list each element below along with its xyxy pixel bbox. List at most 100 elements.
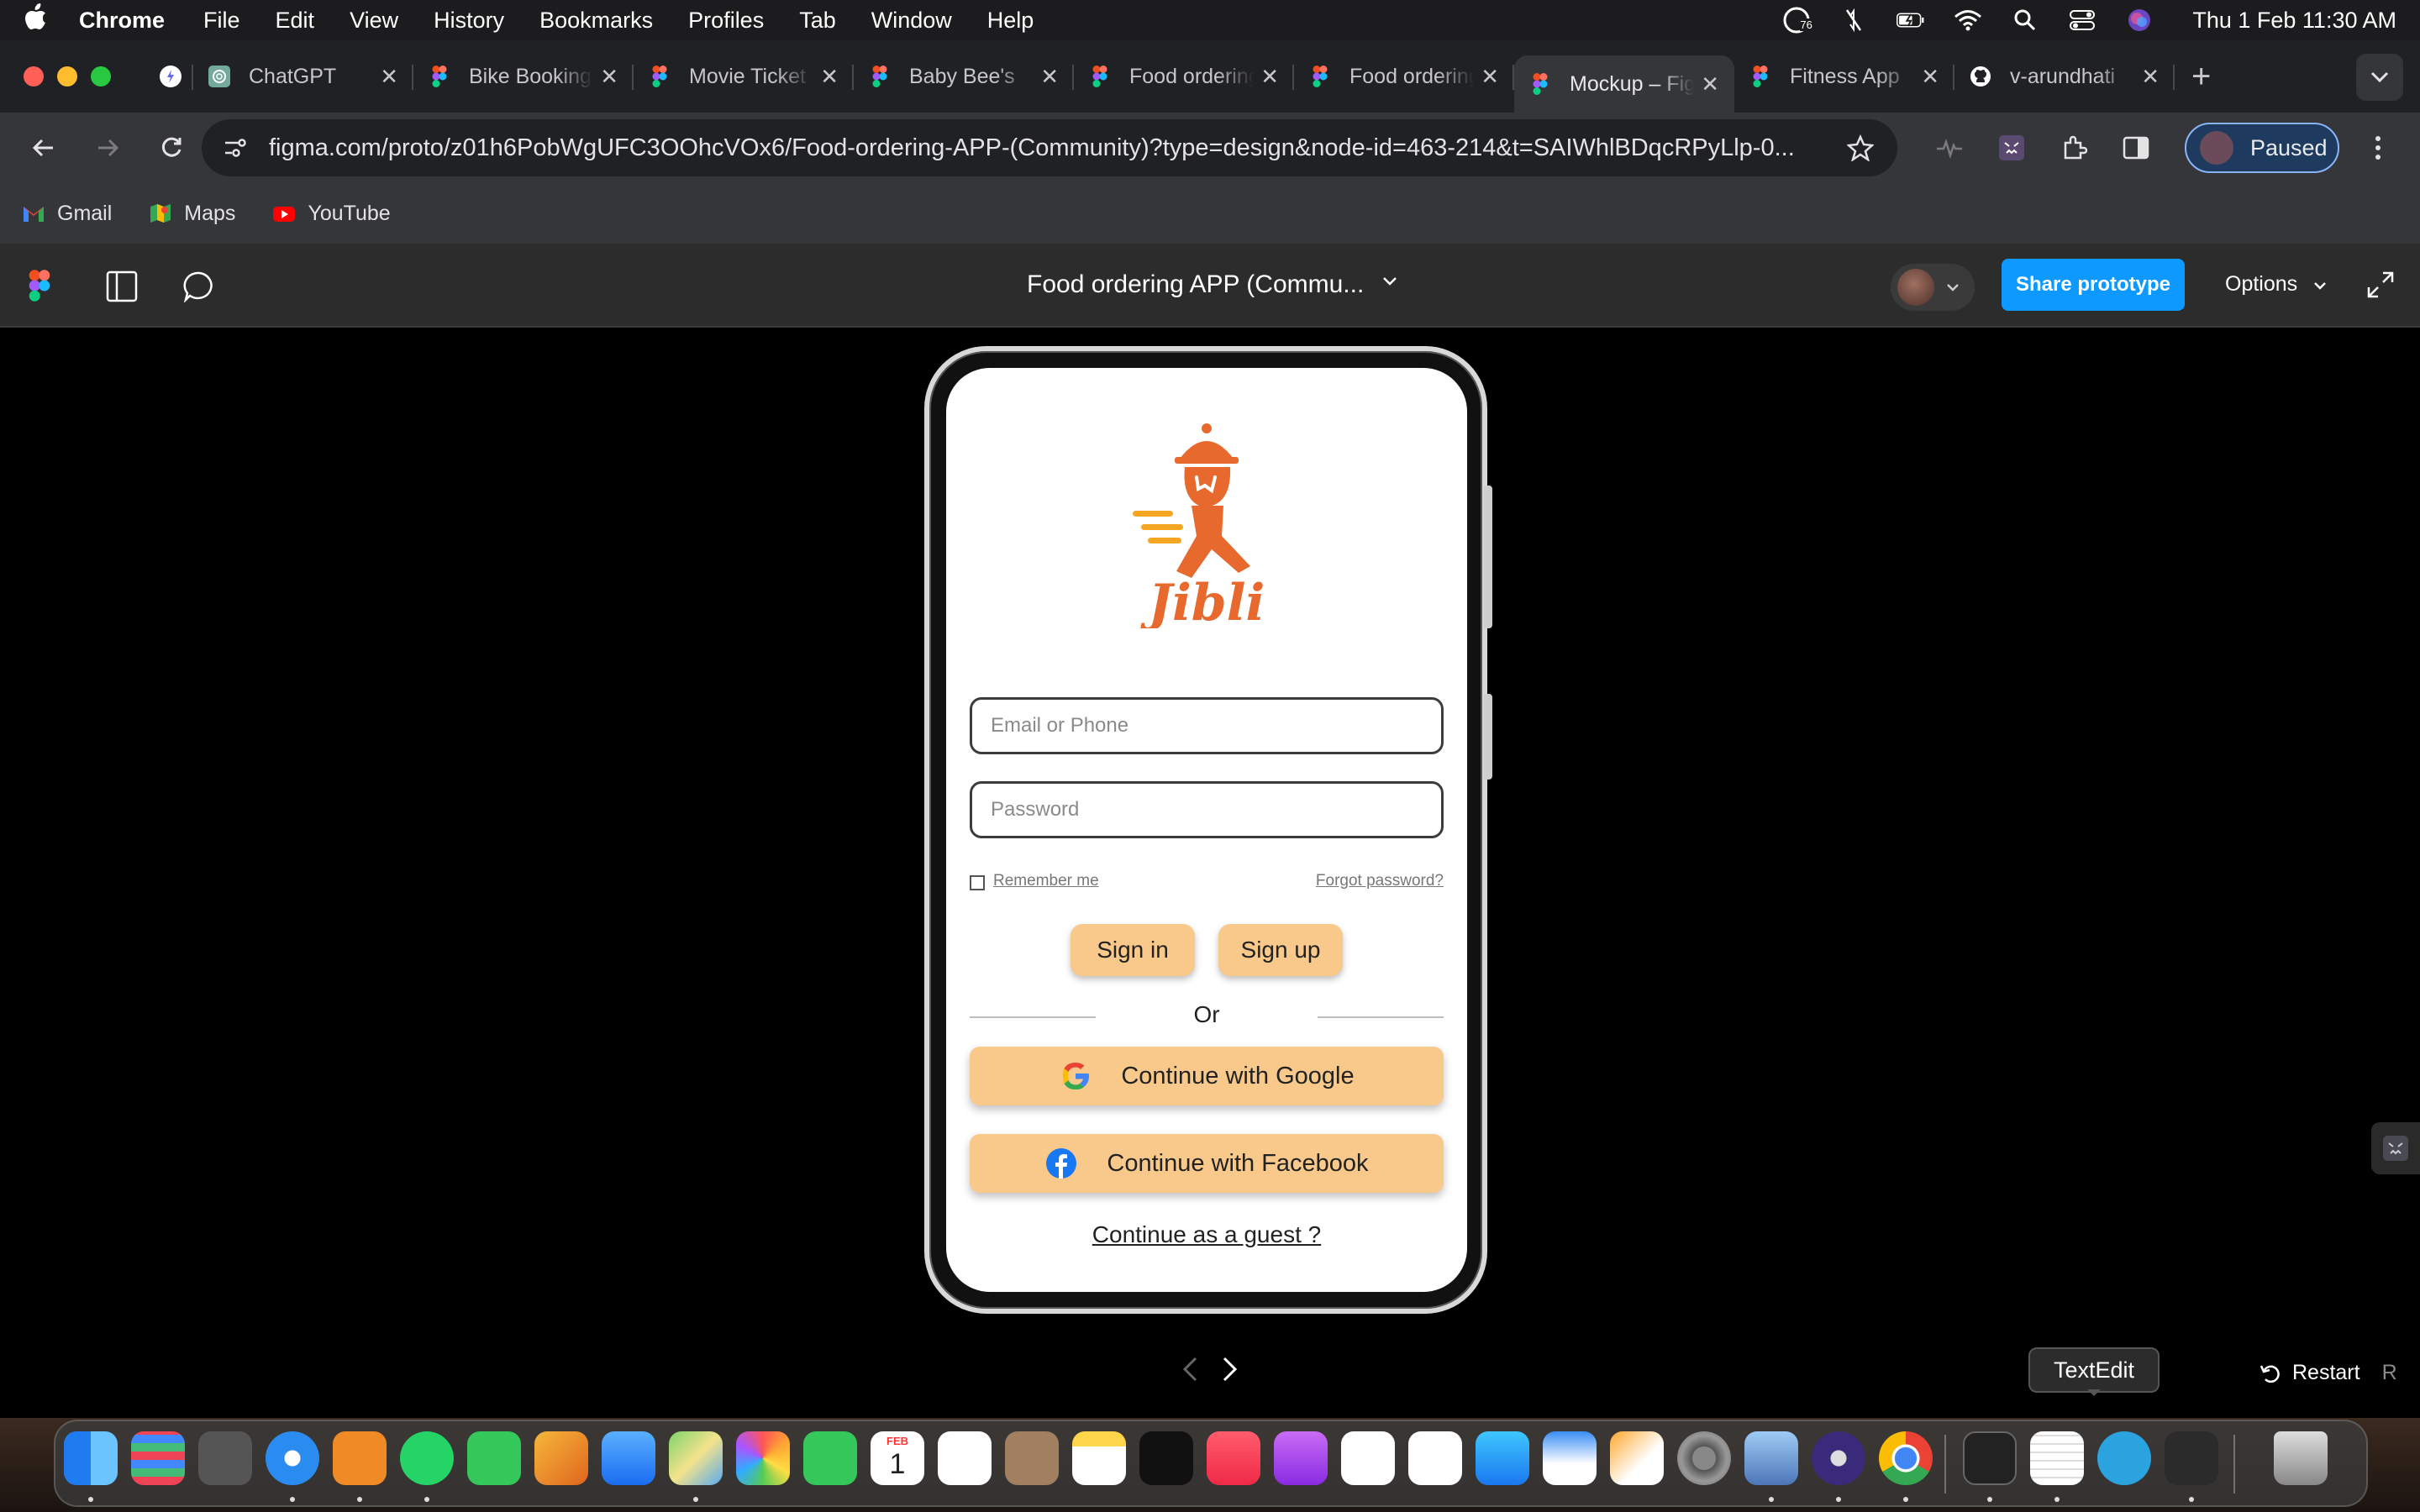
extension-face-icon[interactable] bbox=[1988, 124, 2035, 171]
dock-music-icon[interactable] bbox=[1207, 1431, 1260, 1485]
dock-notes-icon[interactable] bbox=[1072, 1431, 1126, 1485]
figma-logo-icon[interactable] bbox=[29, 269, 50, 302]
tab-food-ordering-1[interactable]: Food ordering ✕ bbox=[1074, 48, 1294, 105]
tab-mockup-figma-active[interactable]: Mockup – Figma ✕ bbox=[1514, 55, 1734, 113]
dock-numbers-icon[interactable] bbox=[1341, 1431, 1395, 1485]
dock-preview-icon[interactable] bbox=[534, 1431, 588, 1485]
dock-vpn-icon[interactable] bbox=[1812, 1431, 1865, 1485]
tab-close-icon[interactable]: ✕ bbox=[1481, 64, 1499, 90]
options-menu[interactable]: Options bbox=[2225, 272, 2327, 297]
chevron-down-icon[interactable] bbox=[1381, 276, 1398, 287]
dock-safari-icon[interactable] bbox=[266, 1431, 319, 1485]
dock-chrome-icon[interactable] bbox=[1879, 1431, 1933, 1485]
spotlight-search-icon[interactable] bbox=[2011, 8, 2039, 33]
bookmark-youtube[interactable]: YouTube bbox=[272, 202, 391, 226]
dock-textedit-icon[interactable] bbox=[2030, 1431, 2084, 1485]
dock-facetime-icon[interactable] bbox=[803, 1431, 857, 1485]
dock-reminders-icon[interactable] bbox=[938, 1431, 992, 1485]
tab-close-icon[interactable]: ✕ bbox=[820, 64, 839, 90]
forward-button[interactable] bbox=[84, 124, 131, 171]
dock-trash-icon[interactable] bbox=[2274, 1431, 2328, 1485]
site-settings-icon[interactable] bbox=[222, 135, 247, 160]
tab-pinned-perplexity[interactable] bbox=[145, 48, 193, 105]
extensions-puzzle-icon[interactable] bbox=[2050, 124, 2097, 171]
tab-baby-bees[interactable]: Baby Bee's ✕ bbox=[854, 48, 1074, 105]
control-center-icon[interactable] bbox=[2068, 8, 2096, 33]
close-window-button[interactable] bbox=[24, 66, 44, 87]
remember-me-checkbox[interactable] bbox=[970, 875, 985, 890]
dock-podcasts-icon[interactable] bbox=[1274, 1431, 1328, 1485]
tab-bike-booking[interactable]: Bike Booking ✕ bbox=[413, 48, 634, 105]
notification-badge-icon[interactable]: 76 bbox=[1782, 7, 1812, 34]
profile-paused-button[interactable]: Paused bbox=[2185, 123, 2339, 173]
tab-close-icon[interactable]: ✕ bbox=[2141, 64, 2160, 90]
dock-calendar-icon[interactable]: FEB 1 bbox=[871, 1431, 924, 1485]
sign-in-button[interactable]: Sign in bbox=[1071, 924, 1195, 976]
share-prototype-button[interactable]: Share prototype bbox=[2002, 259, 2185, 311]
tab-movie-ticket[interactable]: Movie Ticket ✕ bbox=[634, 48, 854, 105]
menu-edit[interactable]: Edit bbox=[276, 8, 315, 34]
menu-view[interactable]: View bbox=[350, 8, 398, 34]
extension-pulse-icon[interactable] bbox=[1926, 124, 1973, 171]
tab-close-icon[interactable]: ✕ bbox=[380, 64, 398, 90]
dock-keychain-icon[interactable] bbox=[198, 1431, 252, 1485]
tab-fitness-app[interactable]: Fitness App ✕ bbox=[1734, 48, 1954, 105]
menu-tab[interactable]: Tab bbox=[799, 8, 836, 34]
dock-whatsapp-icon[interactable] bbox=[400, 1431, 454, 1485]
menu-help[interactable]: Help bbox=[987, 8, 1034, 34]
continue-as-guest-link[interactable]: Continue as a guest ? bbox=[946, 1221, 1467, 1248]
dock-terminal-icon[interactable] bbox=[1963, 1431, 2017, 1485]
dock-telegram-icon[interactable] bbox=[2097, 1431, 2151, 1485]
fullscreen-expand-icon[interactable] bbox=[2366, 270, 2395, 299]
bookmark-star-icon[interactable] bbox=[1847, 134, 1874, 161]
floating-extension-button[interactable] bbox=[2371, 1122, 2420, 1174]
tab-chatgpt[interactable]: ChatGPT ✕ bbox=[193, 48, 413, 105]
previous-frame-chevron-icon[interactable] bbox=[1181, 1356, 1200, 1383]
bookmark-gmail[interactable]: Gmail bbox=[22, 202, 112, 226]
menu-bookmarks[interactable]: Bookmarks bbox=[539, 8, 653, 34]
dock-system-settings-icon[interactable] bbox=[1677, 1431, 1731, 1485]
menu-window[interactable]: Window bbox=[871, 8, 952, 34]
password-input[interactable]: Password bbox=[970, 781, 1444, 838]
url-text[interactable]: figma.com/proto/z01h6PobWgUFC3OOhcVOx6/F… bbox=[269, 134, 1815, 162]
restart-button[interactable]: Restart R bbox=[2259, 1361, 2397, 1385]
address-bar[interactable]: figma.com/proto/z01h6PobWgUFC3OOhcVOx6/F… bbox=[202, 119, 1897, 176]
email-or-phone-input[interactable]: Email or Phone bbox=[970, 697, 1444, 754]
dock-app-store-icon[interactable] bbox=[1476, 1431, 1529, 1485]
bookmark-maps[interactable]: Maps bbox=[149, 202, 235, 226]
dock-keynote-icon[interactable] bbox=[1543, 1431, 1597, 1485]
figma-file-title[interactable]: Food ordering APP (Commu... bbox=[1027, 270, 1364, 299]
dock-photos-icon[interactable] bbox=[736, 1431, 790, 1485]
dock-books-icon[interactable] bbox=[333, 1431, 387, 1485]
comment-icon[interactable] bbox=[183, 270, 215, 302]
dock-mail-icon[interactable] bbox=[602, 1431, 655, 1485]
continue-with-google-button[interactable]: Continue with Google bbox=[970, 1047, 1444, 1105]
side-panel-icon[interactable] bbox=[2112, 124, 2160, 171]
menu-history[interactable]: History bbox=[434, 8, 504, 34]
continue-with-facebook-button[interactable]: Continue with Facebook bbox=[970, 1134, 1444, 1193]
tab-search-button[interactable] bbox=[2356, 54, 2403, 101]
zoom-window-button[interactable] bbox=[91, 66, 111, 87]
tab-food-ordering-2[interactable]: Food ordering ✕ bbox=[1294, 48, 1514, 105]
dock-contacts-icon[interactable] bbox=[1005, 1431, 1059, 1485]
menu-file[interactable]: File bbox=[203, 8, 240, 34]
mute-icon[interactable] bbox=[1839, 8, 1868, 33]
next-frame-chevron-icon[interactable] bbox=[1220, 1356, 1239, 1383]
dock-vscode-icon[interactable] bbox=[1408, 1431, 1462, 1485]
tab-close-icon[interactable]: ✕ bbox=[1921, 64, 1939, 90]
dock-apple-tv-icon[interactable] bbox=[1139, 1431, 1193, 1485]
dock-messages-icon[interactable] bbox=[467, 1431, 521, 1485]
minimize-window-button[interactable] bbox=[57, 66, 77, 87]
dock-preview-2-icon[interactable] bbox=[1744, 1431, 1798, 1485]
remember-me-label[interactable]: Remember me bbox=[993, 872, 1099, 890]
wifi-icon[interactable] bbox=[1954, 8, 1982, 33]
menubar-clock[interactable]: Thu 1 Feb 11:30 AM bbox=[2192, 8, 2396, 34]
tab-close-icon[interactable]: ✕ bbox=[1701, 71, 1719, 97]
new-tab-plus-icon[interactable]: + bbox=[2191, 58, 2211, 96]
back-button[interactable] bbox=[20, 124, 67, 171]
sidebar-toggle-icon[interactable] bbox=[106, 270, 138, 302]
dock-maps-icon[interactable] bbox=[669, 1431, 723, 1485]
tab-close-icon[interactable]: ✕ bbox=[1260, 64, 1279, 90]
viewer-avatar-dropdown[interactable] bbox=[1891, 264, 1975, 311]
battery-icon[interactable] bbox=[1897, 8, 1925, 33]
